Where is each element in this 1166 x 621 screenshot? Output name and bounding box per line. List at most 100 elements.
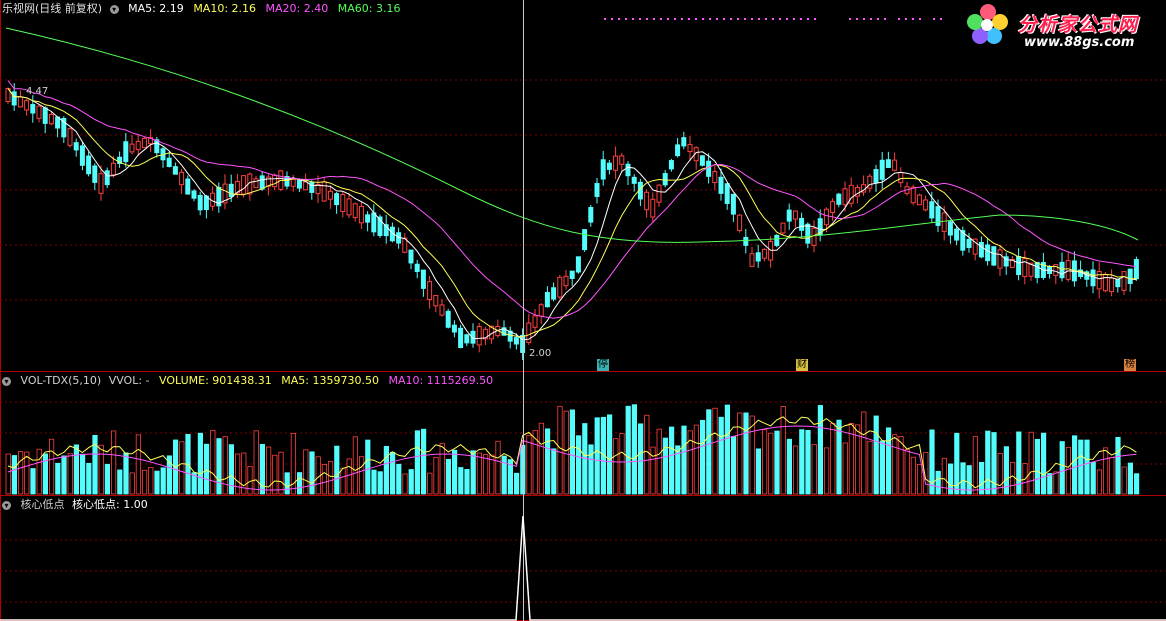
volume-bar bbox=[1065, 446, 1071, 495]
volume-bar bbox=[1109, 457, 1115, 495]
volume-bar bbox=[55, 462, 61, 495]
volume-bar bbox=[117, 469, 123, 495]
volume-bar bbox=[433, 456, 439, 495]
candle-body bbox=[1109, 277, 1115, 293]
volume-bar bbox=[824, 447, 830, 495]
candle-body bbox=[185, 178, 191, 195]
candle-body bbox=[67, 128, 73, 146]
candle-body bbox=[997, 249, 1003, 269]
candle-body bbox=[687, 143, 693, 153]
volume-bar bbox=[873, 415, 879, 495]
volume-bar bbox=[1078, 439, 1084, 495]
volume-bar bbox=[842, 442, 848, 495]
event-marker-halt[interactable]: 停 bbox=[597, 359, 609, 371]
volume-bar bbox=[662, 437, 669, 495]
candle-body bbox=[1065, 260, 1071, 280]
signal-pane[interactable]: ▾ 核心低点 核心低点: 1.00 bbox=[0, 496, 1166, 621]
dotted-marker bbox=[674, 18, 676, 20]
candle-body bbox=[544, 291, 550, 308]
volume-bar bbox=[86, 462, 92, 495]
volume-bar bbox=[712, 407, 718, 495]
dotted-marker bbox=[688, 18, 690, 20]
candle-body bbox=[954, 228, 960, 241]
dotted-marker bbox=[653, 18, 655, 20]
candle-body bbox=[11, 91, 17, 106]
volume-bar bbox=[371, 469, 377, 495]
candle-body bbox=[910, 186, 916, 204]
chevron-down-icon[interactable]: ▾ bbox=[2, 376, 11, 386]
dotted-marker bbox=[793, 18, 795, 20]
volume-bar bbox=[309, 451, 315, 495]
flower-logo-icon bbox=[967, 4, 1008, 44]
volume-bar bbox=[731, 436, 737, 495]
candle-body bbox=[724, 183, 730, 204]
candle-body bbox=[575, 256, 581, 273]
candle-body bbox=[842, 188, 848, 206]
dotted-marker bbox=[807, 18, 809, 20]
dotted-marker bbox=[919, 18, 921, 20]
volume-bar bbox=[1010, 461, 1016, 495]
price-chart[interactable] bbox=[0, 0, 1166, 372]
candle-body bbox=[737, 214, 743, 231]
dotted-marker bbox=[632, 18, 634, 20]
volume-bar bbox=[879, 440, 886, 495]
vol-title: VOL-TDX(5,10) bbox=[20, 374, 102, 387]
volume-bar bbox=[334, 445, 340, 495]
volume-bar bbox=[11, 455, 17, 495]
stock-title: 乐视网(日线 前复权) bbox=[2, 2, 103, 15]
candle-body bbox=[296, 180, 302, 189]
signal-chart[interactable] bbox=[0, 496, 1166, 621]
candle-body bbox=[563, 275, 569, 287]
dotted-marker bbox=[646, 18, 648, 20]
event-marker-finance[interactable]: 财 bbox=[796, 359, 808, 371]
candle-body bbox=[786, 209, 792, 222]
dotted-marker bbox=[765, 18, 767, 20]
candle-body bbox=[656, 184, 662, 203]
chevron-down-icon[interactable]: ▾ bbox=[2, 500, 11, 510]
dotted-marker bbox=[625, 18, 627, 20]
candle-body bbox=[1102, 273, 1108, 292]
dotted-marker bbox=[737, 18, 739, 20]
candle-body bbox=[1016, 255, 1022, 276]
candle-body bbox=[414, 263, 420, 272]
event-marker-list[interactable]: 榜 bbox=[1124, 359, 1136, 371]
ma60-label: MA60: 3.16 bbox=[337, 2, 401, 15]
volume-chart[interactable] bbox=[0, 372, 1166, 496]
candle-body bbox=[513, 337, 519, 345]
volume-bar bbox=[445, 458, 452, 495]
price-pane[interactable]: 乐视网(日线 前复权) ▾ MA5: 2.19 MA10: 2.16 MA20:… bbox=[0, 0, 1166, 372]
volume-bar bbox=[402, 473, 408, 495]
vvol-label: VVOL: - bbox=[108, 374, 150, 387]
dotted-marker bbox=[786, 18, 788, 20]
candle-body bbox=[451, 324, 457, 333]
candle-body bbox=[86, 155, 92, 175]
volume-bar bbox=[80, 453, 86, 495]
ma5-line bbox=[7, 88, 1137, 341]
candle-body bbox=[36, 105, 42, 119]
chevron-down-icon[interactable]: ▾ bbox=[109, 4, 119, 14]
volume-bar bbox=[594, 417, 600, 495]
candle-body bbox=[551, 287, 557, 300]
candle-body bbox=[1115, 278, 1121, 288]
candle-body bbox=[830, 201, 836, 213]
volume-bar bbox=[278, 451, 284, 495]
volume-bar bbox=[451, 449, 458, 495]
volume-pane[interactable]: ▾ VOL-TDX(5,10) VVOL: - VOLUME: 901438.3… bbox=[0, 372, 1166, 496]
volume-bar bbox=[346, 458, 352, 495]
volume-bar bbox=[365, 439, 371, 495]
volume-bar bbox=[148, 467, 154, 495]
candle-body bbox=[135, 140, 141, 151]
candle-body bbox=[761, 248, 767, 259]
volume-bar bbox=[1096, 469, 1102, 495]
volume-bar bbox=[389, 451, 396, 495]
volume-bar bbox=[830, 422, 836, 495]
volume-bar bbox=[774, 430, 780, 495]
candle-body bbox=[365, 214, 371, 223]
dotted-marker bbox=[772, 18, 774, 20]
candle-body bbox=[538, 304, 544, 317]
candle-body bbox=[613, 155, 619, 171]
volume-bar bbox=[948, 463, 954, 495]
candle-body bbox=[594, 183, 600, 197]
volume-bar bbox=[545, 428, 551, 495]
dotted-marker bbox=[870, 18, 872, 20]
